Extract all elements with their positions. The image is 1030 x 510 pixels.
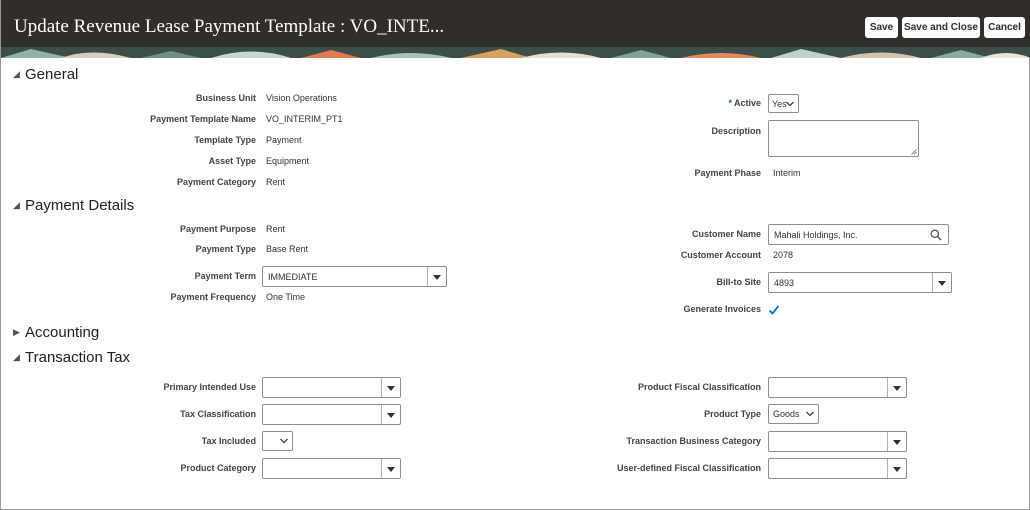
chevron-down-icon bbox=[280, 438, 288, 444]
product-category-select[interactable] bbox=[262, 458, 401, 479]
save-button[interactable]: Save bbox=[865, 17, 898, 38]
resize-handle-icon[interactable] bbox=[911, 149, 917, 155]
section-general-title: General bbox=[25, 66, 79, 83]
active-select-value: Yes bbox=[772, 98, 787, 109]
dropdown-arrow-icon[interactable] bbox=[887, 378, 906, 397]
customer-name-input[interactable]: Mahali Holdings, Inc. bbox=[768, 224, 949, 245]
active-label: * Active bbox=[728, 98, 761, 108]
header-decorative-band bbox=[1, 47, 1030, 58]
checkmark-icon bbox=[768, 305, 780, 315]
customer-account-value: 2078 bbox=[773, 250, 794, 260]
triangle-expanded-icon: ◢ bbox=[13, 200, 20, 210]
description-label: Description bbox=[711, 126, 761, 136]
user-defined-fiscal-classification-select[interactable] bbox=[768, 458, 907, 479]
section-transaction-tax-header[interactable]: ◢ Transaction Tax bbox=[13, 349, 130, 366]
payment-category-value: Rent bbox=[266, 177, 286, 187]
business-unit-label: Business Unit bbox=[195, 93, 256, 103]
customer-name-value: Mahali Holdings, Inc. bbox=[774, 229, 858, 240]
product-fiscal-classification-select[interactable] bbox=[768, 377, 907, 398]
section-accounting-title: Accounting bbox=[25, 324, 100, 341]
generate-invoices-label: Generate Invoices bbox=[683, 304, 761, 314]
dropdown-arrow-icon[interactable] bbox=[427, 267, 446, 286]
payment-term-label: Payment Term bbox=[194, 271, 256, 281]
payment-frequency-value: One Time bbox=[266, 292, 306, 302]
transaction-business-category-select[interactable] bbox=[768, 431, 907, 452]
payment-type-value: Base Rent bbox=[266, 244, 309, 254]
payment-purpose-label: Payment Purpose bbox=[179, 224, 256, 234]
business-unit-value: Vision Operations bbox=[266, 93, 337, 103]
cancel-button[interactable]: Cancel bbox=[984, 17, 1025, 38]
generate-invoices-checkbox[interactable] bbox=[768, 304, 780, 316]
product-type-select[interactable]: Goods bbox=[768, 404, 819, 424]
payment-template-name-label: Payment Template Name bbox=[150, 114, 256, 124]
dropdown-arrow-icon[interactable] bbox=[381, 378, 400, 397]
dropdown-arrow-icon[interactable] bbox=[887, 459, 906, 478]
tax-included-select[interactable] bbox=[262, 431, 293, 451]
dropdown-arrow-icon[interactable] bbox=[381, 405, 400, 424]
page-title: Update Revenue Lease Payment Template : … bbox=[14, 16, 445, 37]
chevron-down-icon bbox=[806, 411, 814, 417]
payment-term-select[interactable]: IMMEDIATE bbox=[262, 266, 447, 287]
payment-term-value: IMMEDIATE bbox=[268, 271, 318, 282]
primary-intended-use-label: Primary Intended Use bbox=[163, 382, 256, 392]
section-general-header[interactable]: ◢ General bbox=[13, 66, 78, 83]
description-textarea[interactable] bbox=[768, 120, 919, 157]
save-and-close-button[interactable]: Save and Close bbox=[902, 17, 980, 38]
bill-to-site-value: 4893 bbox=[774, 277, 795, 288]
dropdown-arrow-icon[interactable] bbox=[381, 459, 400, 478]
search-icon[interactable] bbox=[930, 229, 942, 241]
product-category-label: Product Category bbox=[180, 463, 256, 473]
transaction-business-category-label: Transaction Business Category bbox=[626, 436, 761, 446]
tax-classification-select[interactable] bbox=[262, 404, 401, 425]
section-payment-details-header[interactable]: ◢ Payment Details bbox=[13, 197, 134, 214]
required-indicator: * bbox=[728, 98, 732, 108]
payment-phase-label: Payment Phase bbox=[694, 168, 761, 178]
tax-classification-label: Tax Classification bbox=[180, 409, 256, 419]
product-fiscal-classification-label: Product Fiscal Classification bbox=[637, 382, 761, 392]
page-frame: Update Revenue Lease Payment Template : … bbox=[0, 0, 1030, 510]
payment-phase-value: Interim bbox=[773, 168, 801, 178]
bill-to-site-select[interactable]: 4893 bbox=[768, 272, 952, 293]
section-transaction-tax-title: Transaction Tax bbox=[25, 349, 131, 366]
user-defined-fiscal-classification-label: User-defined Fiscal Classification bbox=[616, 463, 761, 473]
payment-template-name-value: VO_INTERIM_PT1 bbox=[266, 114, 343, 124]
dropdown-arrow-icon[interactable] bbox=[932, 273, 951, 292]
payment-category-label: Payment Category bbox=[176, 177, 256, 187]
payment-frequency-label: Payment Frequency bbox=[170, 292, 256, 302]
section-payment-details-title: Payment Details bbox=[25, 197, 135, 214]
bill-to-site-label: Bill-to Site bbox=[716, 277, 762, 287]
triangle-collapsed-icon: ▶ bbox=[13, 327, 20, 337]
chevron-down-icon bbox=[786, 101, 794, 106]
product-type-value: Goods bbox=[773, 409, 800, 419]
payment-purpose-value: Rent bbox=[266, 224, 286, 234]
template-type-label: Template Type bbox=[194, 135, 256, 145]
active-select[interactable]: Yes bbox=[768, 94, 799, 113]
customer-account-label: Customer Account bbox=[680, 250, 761, 260]
asset-type-value: Equipment bbox=[266, 156, 310, 166]
template-type-value: Payment bbox=[266, 135, 302, 145]
asset-type-label: Asset Type bbox=[208, 156, 256, 166]
section-accounting-header[interactable]: ▶ Accounting bbox=[13, 324, 99, 341]
tax-included-label: Tax Included bbox=[201, 436, 256, 446]
triangle-expanded-icon: ◢ bbox=[13, 69, 20, 79]
product-type-label: Product Type bbox=[704, 409, 761, 419]
customer-name-label: Customer Name bbox=[691, 229, 761, 239]
page-header: Update Revenue Lease Payment Template : … bbox=[1, 0, 1030, 58]
primary-intended-use-select[interactable] bbox=[262, 377, 401, 398]
payment-type-label: Payment Type bbox=[195, 244, 256, 254]
dropdown-arrow-icon[interactable] bbox=[887, 432, 906, 451]
triangle-expanded-icon: ◢ bbox=[13, 352, 20, 362]
